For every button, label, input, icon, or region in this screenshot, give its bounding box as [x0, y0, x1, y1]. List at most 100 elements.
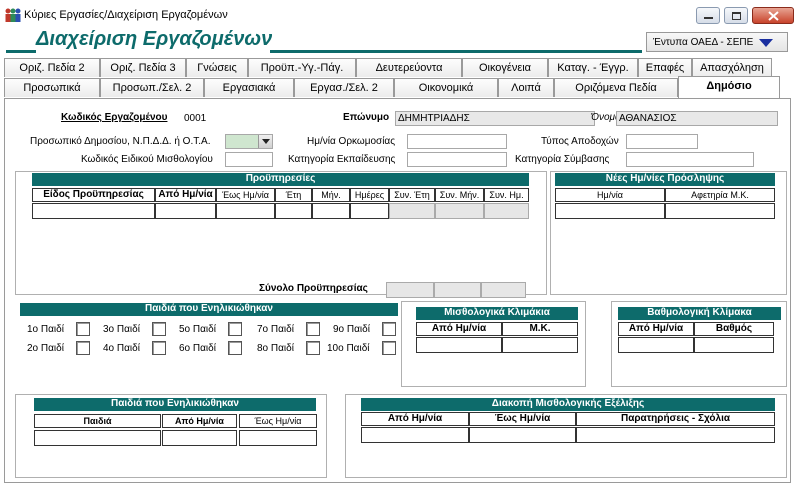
child-9-checkbox[interactable]: [382, 322, 396, 336]
tab-work[interactable]: Εργασιακά: [204, 78, 294, 97]
interruption-to-cell[interactable]: [469, 427, 576, 443]
hire-start-cell[interactable]: [665, 203, 775, 219]
tab-financial[interactable]: Οικονομικά: [394, 78, 498, 97]
col-service-type: Είδος Προϋπηρεσίας: [32, 188, 155, 202]
salary-code-field[interactable]: [225, 152, 273, 167]
tab-row-2: Προσωπικά Προσωπ./Σελ. 2 Εργασιακά Εργασ…: [4, 76, 791, 98]
children-from-cell[interactable]: [162, 430, 237, 446]
tab-custom-fields-3[interactable]: Οριζ. Πεδία 3: [100, 58, 186, 77]
tab-defined-fields[interactable]: Οριζόμενα Πεδία: [554, 78, 678, 97]
tab-secondary[interactable]: Δευτερεύοντα: [356, 58, 462, 77]
col-hire-start: Αφετηρία Μ.Κ.: [665, 188, 775, 202]
child-1-label: 1ο Παιδί: [27, 324, 64, 335]
col-total-days: Συν. Ημ.: [484, 188, 529, 202]
education-label: Κατηγορία Εκπαίδευσης: [288, 154, 396, 165]
tab-family[interactable]: Οικογένεια: [462, 58, 548, 77]
col-months: Μήν.: [312, 188, 350, 202]
grade-from-cell[interactable]: [618, 337, 694, 353]
col-children-from: Από Ημ/νία: [162, 414, 237, 428]
tab-public-sector[interactable]: Δημόσιο: [678, 76, 780, 98]
child-4-checkbox[interactable]: [152, 341, 166, 355]
surname-label: Επώνυμο: [343, 112, 390, 123]
name-field[interactable]: ΑΘΑΝΑΣΙΟΣ: [616, 111, 778, 126]
child-1-checkbox[interactable]: [76, 322, 90, 336]
col-days: Ημέρες: [350, 188, 389, 202]
salary-from-cell[interactable]: [416, 337, 502, 353]
child-10-checkbox[interactable]: [382, 341, 396, 355]
education-field[interactable]: [407, 152, 507, 167]
oath-date-label: Ημ/νία Ορκωμοσίας: [307, 136, 396, 147]
service-title: Προϋπηρεσίες: [32, 173, 529, 186]
child-7-checkbox[interactable]: [306, 322, 320, 336]
children-to-cell[interactable]: [239, 430, 317, 446]
grade-cell[interactable]: [694, 337, 774, 353]
interruption-section: Διακοπή Μισθολογικής Εξέλιξης Από Ημ/νία…: [345, 394, 787, 478]
tab-personal-2[interactable]: Προσωπ./Σελ. 2: [100, 78, 204, 97]
from-date-cell[interactable]: [155, 203, 216, 219]
maximize-button[interactable]: [724, 7, 748, 24]
children-table-title: Παιδιά που Ενηλικιώθηκαν: [34, 398, 316, 411]
service-total-days: [481, 282, 526, 298]
child-7-label: 7ο Παιδί: [257, 324, 294, 335]
close-button[interactable]: [752, 7, 794, 24]
service-total-label: Σύνολο Προϋπηρεσίας: [259, 283, 368, 294]
total-days-cell: [484, 203, 529, 219]
maximize-icon: [732, 12, 741, 20]
col-salary-mk: Μ.Κ.: [502, 322, 578, 336]
child-3-checkbox[interactable]: [152, 322, 166, 336]
days-cell[interactable]: [350, 203, 389, 219]
tab-employment[interactable]: Απασχόληση: [692, 58, 772, 77]
salary-mk-cell[interactable]: [502, 337, 578, 353]
heading-underline-left: [6, 50, 36, 53]
hire-date-cell[interactable]: [555, 203, 665, 219]
grade-scale-title: Βαθμολογική Κλίμακα: [618, 307, 781, 320]
tab-contacts[interactable]: Επαφές: [638, 58, 692, 77]
minimize-button[interactable]: [696, 7, 720, 24]
tab-prerequisites[interactable]: Προϋπ.-Υγ.-Πάγ.: [248, 58, 356, 77]
child-5-checkbox[interactable]: [228, 322, 242, 336]
service-type-cell[interactable]: [32, 203, 155, 219]
print-forms-select[interactable]: Έντυπα ΟΑΕΔ - ΣΕΠΕ: [646, 32, 788, 52]
chevron-down-icon[interactable]: [258, 135, 272, 148]
interruption-notes-cell[interactable]: [576, 427, 775, 443]
child-6-checkbox[interactable]: [228, 341, 242, 355]
surname-field[interactable]: ΔΗΜΗΤΡΙΑΔΗΣ: [395, 111, 595, 126]
child-2-checkbox[interactable]: [76, 341, 90, 355]
interruption-title: Διακοπή Μισθολογικής Εξέλιξης: [361, 398, 775, 411]
children-cell[interactable]: [34, 430, 161, 446]
pay-type-label: Τύπος Αποδοχών: [541, 136, 619, 147]
public-staff-combo[interactable]: [225, 134, 273, 149]
months-cell[interactable]: [312, 203, 350, 219]
tab-row-1: Οριζ. Πεδία 2 Οριζ. Πεδία 3 Γνώσεις Προϋ…: [4, 58, 791, 78]
contract-field[interactable]: [626, 152, 754, 167]
child-10-label: 10ο Παιδί: [327, 343, 370, 354]
col-total-months: Συν. Μήν.: [435, 188, 484, 202]
tab-other[interactable]: Λοιπά: [498, 78, 554, 97]
tab-records[interactable]: Καταγ. - Έγγρ.: [548, 58, 638, 77]
tab-knowledge[interactable]: Γνώσεις: [186, 58, 248, 77]
col-interruption-from: Από Ημ/νία: [361, 412, 469, 426]
tab-work-2[interactable]: Εργασ./Σελ. 2: [294, 78, 394, 97]
new-hire-section: Νέες Ημ/νίες Πρόσληψης Ημ/νία Αφετηρία Μ…: [550, 171, 787, 295]
minimize-icon: [704, 17, 713, 19]
years-cell[interactable]: [275, 203, 312, 219]
service-total-months: [434, 282, 481, 298]
interruption-from-cell[interactable]: [361, 427, 469, 443]
children-adults-title: Παιδιά που Ενηλικιώθηκαν: [20, 303, 398, 316]
child-8-checkbox[interactable]: [306, 341, 320, 355]
tab-custom-fields-2[interactable]: Οριζ. Πεδία 2: [4, 58, 100, 77]
page-title: Διαχείριση Εργαζομένων: [36, 28, 273, 50]
oath-date-field[interactable]: [407, 134, 507, 149]
col-hire-date: Ημ/νία: [555, 188, 665, 202]
pay-type-field[interactable]: [626, 134, 698, 149]
chevron-down-icon: [759, 39, 773, 47]
heading-underline-right: [270, 50, 642, 53]
col-years: Έτη: [275, 188, 312, 202]
child-5-label: 5ο Παιδί: [179, 324, 216, 335]
tab-personal[interactable]: Προσωπικά: [4, 78, 100, 97]
employee-code-field[interactable]: 0001: [181, 111, 313, 126]
employee-code-label: Κωδικός Εργαζομένου: [61, 112, 168, 123]
to-date-cell[interactable]: [216, 203, 275, 219]
salary-scale-section: Μισθολογικά Κλιμάκια Από Ημ/νία Μ.Κ.: [401, 301, 586, 387]
col-grade-from: Από Ημ/νία: [618, 322, 694, 336]
